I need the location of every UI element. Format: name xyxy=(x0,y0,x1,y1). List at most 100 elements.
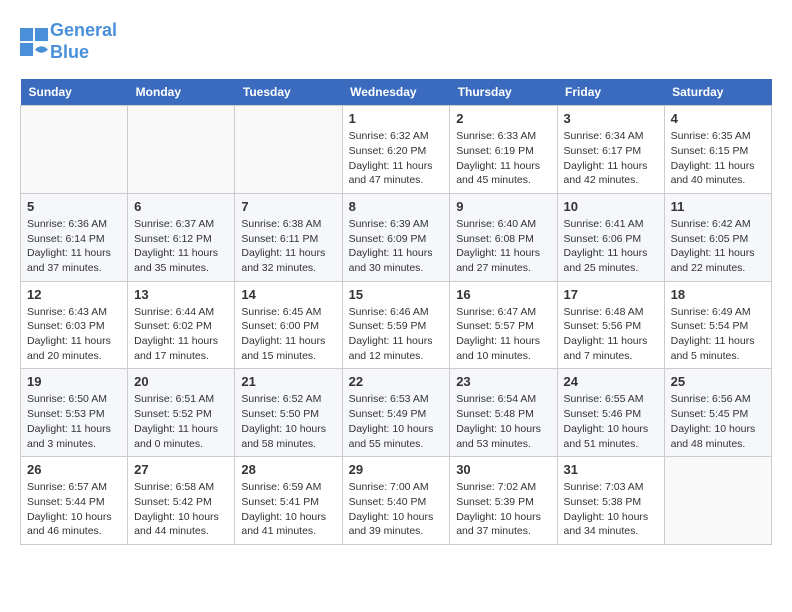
calendar-cell: 18 Sunrise: 6:49 AMSunset: 5:54 PMDayligh… xyxy=(664,281,771,369)
day-info: Sunrise: 6:54 AMSunset: 5:48 PMDaylight:… xyxy=(456,392,550,451)
day-number: 2 xyxy=(456,111,550,126)
day-info: Sunrise: 6:34 AMSunset: 6:17 PMDaylight:… xyxy=(564,129,658,188)
calendar-cell: 17 Sunrise: 6:48 AMSunset: 5:56 PMDayligh… xyxy=(557,281,664,369)
calendar-cell xyxy=(21,106,128,194)
day-info: Sunrise: 6:36 AMSunset: 6:14 PMDaylight:… xyxy=(27,217,121,276)
calendar-cell: 8 Sunrise: 6:39 AMSunset: 6:09 PMDaylight… xyxy=(342,193,450,281)
day-info: Sunrise: 7:03 AMSunset: 5:38 PMDaylight:… xyxy=(564,480,658,539)
col-header-sunday: Sunday xyxy=(21,79,128,106)
day-info: Sunrise: 6:42 AMSunset: 6:05 PMDaylight:… xyxy=(671,217,765,276)
day-info: Sunrise: 6:38 AMSunset: 6:11 PMDaylight:… xyxy=(241,217,335,276)
calendar-cell: 28 Sunrise: 6:59 AMSunset: 5:41 PMDayligh… xyxy=(235,457,342,545)
day-info: Sunrise: 6:59 AMSunset: 5:41 PMDaylight:… xyxy=(241,480,335,539)
day-number: 23 xyxy=(456,374,550,389)
calendar-cell: 9Sunrise: 6:40 AMSunset: 6:08 PMDaylight… xyxy=(450,193,557,281)
day-info: Sunrise: 6:39 AMSunset: 6:09 PMDaylight:… xyxy=(349,217,444,276)
calendar-cell: 30Sunrise: 7:02 AMSunset: 5:39 PMDayligh… xyxy=(450,457,557,545)
day-number: 27 xyxy=(134,462,228,477)
day-number: 7 xyxy=(241,199,335,214)
logo-text: General Blue xyxy=(50,20,117,63)
calendar-header-row: SundayMondayTuesdayWednesdayThursdayFrid… xyxy=(21,79,772,106)
calendar-cell: 20 Sunrise: 6:51 AMSunset: 5:52 PMDayligh… xyxy=(128,369,235,457)
day-number: 13 xyxy=(134,287,228,302)
calendar-week-1: 1Sunrise: 6:32 AMSunset: 6:20 PMDaylight… xyxy=(21,106,772,194)
col-header-thursday: Thursday xyxy=(450,79,557,106)
col-header-wednesday: Wednesday xyxy=(342,79,450,106)
day-number: 5 xyxy=(27,199,121,214)
logo-icon xyxy=(20,28,48,56)
day-info: Sunrise: 6:52 AMSunset: 5:50 PMDaylight:… xyxy=(241,392,335,451)
calendar-cell: 13Sunrise: 6:44 AMSunset: 6:02 PMDayligh… xyxy=(128,281,235,369)
calendar-table: SundayMondayTuesdayWednesdayThursdayFrid… xyxy=(20,79,772,545)
day-info: Sunrise: 6:45 AMSunset: 6:00 PMDaylight:… xyxy=(241,305,335,364)
calendar-cell: 6Sunrise: 6:37 AMSunset: 6:12 PMDaylight… xyxy=(128,193,235,281)
day-info: Sunrise: 6:56 AMSunset: 5:45 PMDaylight:… xyxy=(671,392,765,451)
calendar-cell: 25 Sunrise: 6:56 AMSunset: 5:45 PMDayligh… xyxy=(664,369,771,457)
day-info: Sunrise: 6:37 AMSunset: 6:12 PMDaylight:… xyxy=(134,217,228,276)
calendar-cell: 27 Sunrise: 6:58 AMSunset: 5:42 PMDayligh… xyxy=(128,457,235,545)
day-number: 26 xyxy=(27,462,121,477)
day-info: Sunrise: 6:40 AMSunset: 6:08 PMDaylight:… xyxy=(456,217,550,276)
day-number: 19 xyxy=(27,374,121,389)
calendar-cell: 2 Sunrise: 6:33 AMSunset: 6:19 PMDaylight… xyxy=(450,106,557,194)
calendar-cell: 1Sunrise: 6:32 AMSunset: 6:20 PMDaylight… xyxy=(342,106,450,194)
day-number: 10 xyxy=(564,199,658,214)
day-info: Sunrise: 6:50 AMSunset: 5:53 PMDaylight:… xyxy=(27,392,121,451)
calendar-cell: 31 Sunrise: 7:03 AMSunset: 5:38 PMDayligh… xyxy=(557,457,664,545)
day-number: 3 xyxy=(564,111,658,126)
day-info: Sunrise: 6:32 AMSunset: 6:20 PMDaylight:… xyxy=(349,129,444,188)
calendar-cell: 24 Sunrise: 6:55 AMSunset: 5:46 PMDayligh… xyxy=(557,369,664,457)
calendar-cell: 10 Sunrise: 6:41 AMSunset: 6:06 PMDayligh… xyxy=(557,193,664,281)
calendar-cell: 19 Sunrise: 6:50 AMSunset: 5:53 PMDayligh… xyxy=(21,369,128,457)
calendar-cell: 4Sunrise: 6:35 AMSunset: 6:15 PMDaylight… xyxy=(664,106,771,194)
col-header-saturday: Saturday xyxy=(664,79,771,106)
calendar-cell: 3 Sunrise: 6:34 AMSunset: 6:17 PMDaylight… xyxy=(557,106,664,194)
day-number: 22 xyxy=(349,374,444,389)
day-number: 25 xyxy=(671,374,765,389)
calendar-cell: 15 Sunrise: 6:46 AMSunset: 5:59 PMDayligh… xyxy=(342,281,450,369)
day-number: 31 xyxy=(564,462,658,477)
day-info: Sunrise: 6:49 AMSunset: 5:54 PMDaylight:… xyxy=(671,305,765,364)
day-number: 29 xyxy=(349,462,444,477)
calendar-cell: 14 Sunrise: 6:45 AMSunset: 6:00 PMDayligh… xyxy=(235,281,342,369)
calendar-cell: 16Sunrise: 6:47 AMSunset: 5:57 PMDayligh… xyxy=(450,281,557,369)
day-number: 24 xyxy=(564,374,658,389)
calendar-cell: 21 Sunrise: 6:52 AMSunset: 5:50 PMDayligh… xyxy=(235,369,342,457)
day-number: 11 xyxy=(671,199,765,214)
day-info: Sunrise: 6:53 AMSunset: 5:49 PMDaylight:… xyxy=(349,392,444,451)
day-info: Sunrise: 6:48 AMSunset: 5:56 PMDaylight:… xyxy=(564,305,658,364)
calendar-cell xyxy=(128,106,235,194)
calendar-cell: 23 Sunrise: 6:54 AMSunset: 5:48 PMDayligh… xyxy=(450,369,557,457)
day-info: Sunrise: 7:00 AMSunset: 5:40 PMDaylight:… xyxy=(349,480,444,539)
day-number: 12 xyxy=(27,287,121,302)
day-info: Sunrise: 6:33 AMSunset: 6:19 PMDaylight:… xyxy=(456,129,550,188)
day-number: 15 xyxy=(349,287,444,302)
day-info: Sunrise: 6:43 AMSunset: 6:03 PMDaylight:… xyxy=(27,305,121,364)
day-number: 14 xyxy=(241,287,335,302)
calendar-cell: 12 Sunrise: 6:43 AMSunset: 6:03 PMDayligh… xyxy=(21,281,128,369)
day-info: Sunrise: 6:55 AMSunset: 5:46 PMDaylight:… xyxy=(564,392,658,451)
calendar-cell xyxy=(664,457,771,545)
day-number: 17 xyxy=(564,287,658,302)
day-number: 16 xyxy=(456,287,550,302)
day-number: 18 xyxy=(671,287,765,302)
day-number: 20 xyxy=(134,374,228,389)
day-number: 8 xyxy=(349,199,444,214)
calendar-week-3: 12 Sunrise: 6:43 AMSunset: 6:03 PMDayligh… xyxy=(21,281,772,369)
calendar-cell: 22 Sunrise: 6:53 AMSunset: 5:49 PMDayligh… xyxy=(342,369,450,457)
day-number: 28 xyxy=(241,462,335,477)
day-info: Sunrise: 6:35 AMSunset: 6:15 PMDaylight:… xyxy=(671,129,765,188)
calendar-week-4: 19 Sunrise: 6:50 AMSunset: 5:53 PMDayligh… xyxy=(21,369,772,457)
col-header-tuesday: Tuesday xyxy=(235,79,342,106)
day-info: Sunrise: 6:41 AMSunset: 6:06 PMDaylight:… xyxy=(564,217,658,276)
day-info: Sunrise: 6:46 AMSunset: 5:59 PMDaylight:… xyxy=(349,305,444,364)
logo: General Blue xyxy=(20,20,117,63)
day-info: Sunrise: 6:51 AMSunset: 5:52 PMDaylight:… xyxy=(134,392,228,451)
calendar-cell: 11 Sunrise: 6:42 AMSunset: 6:05 PMDayligh… xyxy=(664,193,771,281)
day-info: Sunrise: 6:58 AMSunset: 5:42 PMDaylight:… xyxy=(134,480,228,539)
day-number: 21 xyxy=(241,374,335,389)
calendar-week-2: 5 Sunrise: 6:36 AMSunset: 6:14 PMDaylight… xyxy=(21,193,772,281)
calendar-cell xyxy=(235,106,342,194)
calendar-cell: 29 Sunrise: 7:00 AMSunset: 5:40 PMDayligh… xyxy=(342,457,450,545)
calendar-cell: 5 Sunrise: 6:36 AMSunset: 6:14 PMDaylight… xyxy=(21,193,128,281)
